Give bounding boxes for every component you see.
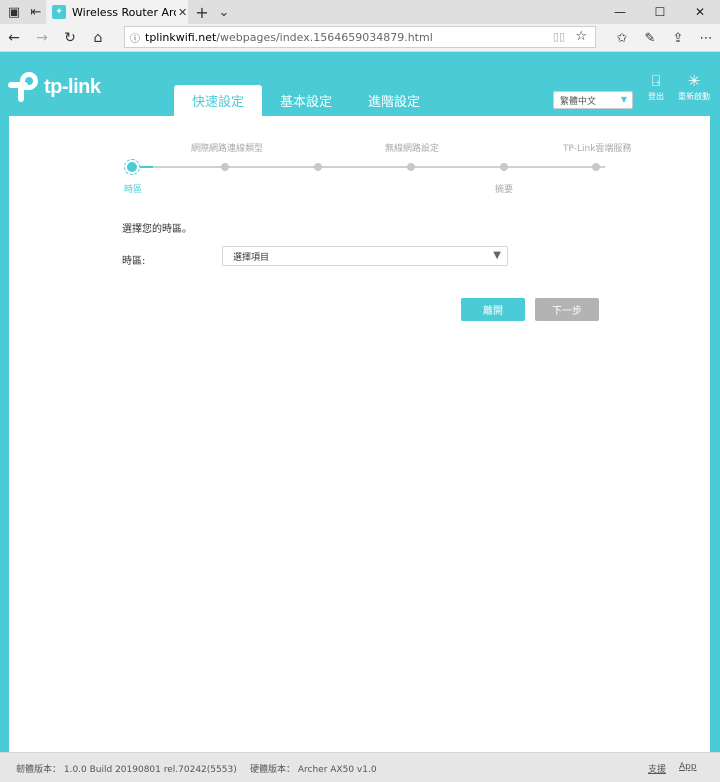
app-header: tp-link 快速設定 基本設定 進階設定 繁體中文 ▼ ⍈ 登出 ✳ 重新啟… (0, 52, 720, 116)
chevron-down-icon: ▼ (620, 95, 627, 104)
step-label-timezone: 時區 (124, 185, 143, 195)
more-menu-icon[interactable]: ⋯ (694, 26, 718, 50)
step-dot-2 (314, 163, 322, 171)
step-label-summary: 摘要 (495, 185, 514, 195)
tab-quick-setup[interactable]: 快速設定 (174, 85, 262, 116)
main-content: 網際網路連線類型 無線網路設定 TP-Link雲端服務 時區 摘要 選擇您的時區… (9, 116, 710, 752)
step-label-cloud: TP-Link雲端服務 (563, 144, 632, 154)
url-text[interactable]: tplinkwifi.net/webpages/index.1564659034… (145, 31, 433, 44)
footer: 韌體版本： 1.0.0 Build 20190801 rel.70242(555… (0, 752, 720, 782)
new-tab-button[interactable]: + (190, 0, 214, 24)
close-window-button[interactable]: ✕ (680, 0, 720, 24)
support-link[interactable]: 支援 (648, 762, 666, 775)
timezone-select[interactable]: 選擇項目 ▼ (222, 246, 508, 266)
tab-basic[interactable]: 基本設定 (262, 85, 350, 116)
tab-close-icon[interactable]: ✕ (178, 6, 187, 19)
tab-title: Wireless Router Archer AX50 (72, 5, 176, 19)
logout-button[interactable]: ⍈ 登出 (636, 72, 676, 102)
favorites-hub-icon[interactable]: ✩ (610, 26, 634, 50)
reboot-label: 重新啟動 (678, 92, 710, 101)
step-dot-summary (500, 163, 508, 171)
favorite-star-icon[interactable]: ☆ (575, 29, 587, 44)
minimize-button[interactable]: — (600, 0, 640, 24)
site-info-icon[interactable]: ⓘ (125, 30, 145, 45)
step-dot-timezone (124, 159, 140, 175)
reading-view-icon[interactable]: ▯▯ (553, 30, 565, 43)
next-button[interactable]: 下一步 (535, 298, 599, 321)
address-bar[interactable]: ⓘ tplinkwifi.net/webpages/index.15646590… (124, 26, 596, 48)
browser-tab[interactable]: ✦ Wireless Router Archer AX50 ✕ (46, 0, 188, 24)
dropdown-caret-icon: ▼ (493, 250, 501, 261)
forward-arrow-icon[interactable]: → (30, 26, 54, 50)
browser-titlebar: ▣ ⇤ ✦ Wireless Router Archer AX50 ✕ + ⌄ … (0, 0, 720, 24)
maximize-button[interactable]: ☐ (640, 0, 680, 24)
firmware-version: 韌體版本： 1.0.0 Build 20190801 rel.70242(555… (16, 765, 237, 775)
logout-label: 登出 (648, 92, 664, 101)
language-select[interactable]: 繁體中文 ▼ (553, 91, 633, 109)
language-value: 繁體中文 (560, 96, 597, 107)
step-dot-wireless (407, 163, 415, 171)
step-dot-internet (221, 163, 229, 171)
exit-button[interactable]: 離開 (461, 298, 525, 321)
step-label-wireless: 無線網路設定 (385, 144, 440, 154)
web-note-pen-icon[interactable]: ✎ (638, 26, 662, 50)
hardware-version: 硬體版本： Archer AX50 v1.0 (250, 765, 377, 775)
tab-advanced[interactable]: 進階設定 (350, 85, 438, 116)
tab-list-chevron-icon[interactable]: ⌄ (212, 0, 236, 24)
tp-link-logo-mark-icon (8, 72, 40, 102)
timezone-value: 選擇項目 (233, 252, 270, 263)
timezone-intro-text: 選擇您的時區。 (122, 224, 192, 235)
browser-toolbar: ← → ↻ ⌂ ⓘ tplinkwifi.net/webpages/index.… (0, 24, 720, 52)
share-icon[interactable]: ⇪ (666, 26, 690, 50)
logout-icon: ⍈ (651, 72, 661, 90)
step-label-internet-type: 網際網路連線類型 (191, 144, 264, 154)
reboot-button[interactable]: ✳ 重新啟動 (674, 72, 714, 102)
app-link[interactable]: App (679, 762, 697, 772)
set-tabs-aside-icon[interactable]: ⇤ (24, 0, 48, 24)
logo-text: tp-link (44, 75, 101, 98)
refresh-icon[interactable]: ↻ (58, 26, 82, 50)
progress-track (133, 166, 605, 168)
tp-link-logo: tp-link (8, 72, 101, 102)
step-dot-cloud (592, 163, 600, 171)
back-arrow-icon[interactable]: ← (2, 26, 26, 50)
tab-actions-icon[interactable]: ▣ (2, 0, 26, 24)
reboot-spinner-icon: ✳ (687, 72, 701, 90)
tp-link-favicon-icon: ✦ (52, 5, 66, 19)
timezone-label: 時區: (122, 256, 146, 267)
home-icon[interactable]: ⌂ (86, 26, 110, 50)
